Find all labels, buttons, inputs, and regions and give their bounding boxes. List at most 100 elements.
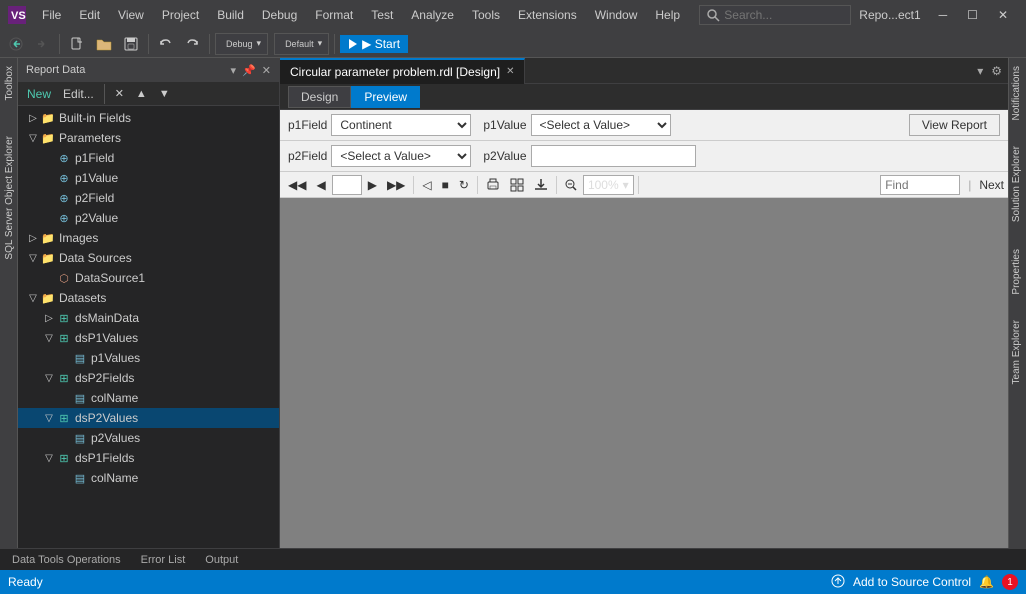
find-next-btn[interactable]: Next (979, 178, 1004, 192)
zoom-dropdown-icon[interactable]: ▾ (623, 178, 629, 192)
move-down-btn[interactable]: ▼ (154, 85, 175, 103)
tree-item-datasets[interactable]: ▽ 📁 Datasets (18, 288, 279, 308)
tree-item-dsp1values[interactable]: ▽ ⊞ dsP1Values (18, 328, 279, 348)
nav-last-btn[interactable]: ▶▶ (383, 176, 409, 194)
menu-extensions[interactable]: Extensions (510, 4, 585, 26)
start-btn[interactable]: ▶ Start (340, 35, 408, 53)
tree-item-dsp2fields[interactable]: ▽ ⊞ dsP2Fields (18, 368, 279, 388)
p2field-select[interactable]: <Select a Value> (331, 145, 471, 167)
page-number-input[interactable] (332, 175, 362, 195)
menu-build[interactable]: Build (209, 4, 252, 26)
source-control-text[interactable]: Add to Source Control (853, 575, 971, 589)
debug-config-dropdown[interactable]: Debug ▾ (215, 33, 268, 55)
toolbar-forward[interactable] (30, 34, 54, 54)
expand-images[interactable]: ▷ (26, 233, 40, 244)
expand-dsp2fields[interactable]: ▽ (42, 373, 56, 384)
nav-first-btn[interactable]: ◀◀ (284, 176, 310, 194)
find-input[interactable] (880, 175, 960, 195)
p2value-input[interactable] (531, 145, 696, 167)
expand-dsp2values[interactable]: ▽ (42, 413, 56, 424)
tree-item-built-in[interactable]: ▷ 📁 Built-in Fields (18, 108, 279, 128)
design-btn[interactable]: Design (288, 86, 351, 108)
nav-prev-btn[interactable]: ◀ (312, 176, 329, 194)
tree-item-dsp2values[interactable]: ▽ ⊞ dsP2Values (18, 408, 279, 428)
sidebar-pin-btn[interactable]: 📌 (242, 64, 256, 77)
nav-back-btn[interactable]: ◁ (418, 176, 435, 194)
properties-panel-tab[interactable]: Properties (1009, 241, 1026, 303)
source-control-label[interactable] (831, 574, 845, 591)
toolbar-new-file[interactable] (65, 34, 89, 54)
tab-settings-icon[interactable]: ⚙ (989, 62, 1004, 80)
preview-btn[interactable]: Preview (351, 86, 420, 108)
menu-window[interactable]: Window (587, 4, 646, 26)
tree-item-dsmaindata[interactable]: ▷ ⊞ dsMainData (18, 308, 279, 328)
menu-test[interactable]: Test (363, 4, 401, 26)
notification-icon[interactable]: 🔔 (979, 575, 994, 589)
expand-datasets[interactable]: ▽ (26, 293, 40, 304)
tree-item-datasources[interactable]: ▽ 📁 Data Sources (18, 248, 279, 268)
output-tab[interactable]: Output (201, 552, 242, 568)
expand-built-in[interactable]: ▷ (26, 113, 40, 124)
sql-explorer-tab[interactable]: SQL Server Object Explorer (0, 128, 17, 268)
nav-stop-btn[interactable]: ■ (438, 176, 453, 194)
tree-item-p2value[interactable]: ⊕ p2Value (18, 208, 279, 228)
expand-dsp1values[interactable]: ▽ (42, 333, 56, 344)
toolbar-back[interactable] (4, 34, 28, 54)
p1value-select[interactable]: <Select a Value> (531, 114, 671, 136)
menu-analyze[interactable]: Analyze (403, 4, 462, 26)
edit-item-btn[interactable]: Edit... (58, 84, 99, 104)
editor-tab-rdl[interactable]: Circular parameter problem.rdl [Design] … (280, 58, 525, 84)
move-up-btn[interactable]: ▲ (131, 85, 152, 103)
tree-item-colname1[interactable]: ▤ colName (18, 388, 279, 408)
tree-item-p1value[interactable]: ⊕ p1Value (18, 168, 279, 188)
team-explorer-tab[interactable]: Team Explorer (1009, 312, 1026, 392)
layout-btn[interactable] (506, 176, 528, 194)
toolbar-redo[interactable] (180, 34, 204, 54)
menu-tools[interactable]: Tools (464, 4, 508, 26)
menu-help[interactable]: Help (647, 4, 688, 26)
menu-format[interactable]: Format (307, 4, 361, 26)
solution-explorer-tab[interactable]: Solution Explorer (1009, 138, 1026, 230)
platform-dropdown[interactable]: Default ▾ (274, 33, 329, 55)
delete-item-btn[interactable]: ✕ (110, 84, 129, 103)
expand-dsp1fields[interactable]: ▽ (42, 453, 56, 464)
tree-item-datasource1[interactable]: ⬡ DataSource1 (18, 268, 279, 288)
p1field-select[interactable]: Continent (331, 114, 471, 136)
expand-dsmaindata[interactable]: ▷ (42, 313, 56, 324)
view-report-btn[interactable]: View Report (909, 114, 1000, 136)
new-item-btn[interactable]: New (22, 84, 56, 104)
tab-dropdown-icon[interactable]: ▾ (975, 62, 985, 80)
tree-item-p2field[interactable]: ⊕ p2Field (18, 188, 279, 208)
sidebar-close-btn[interactable]: ✕ (262, 64, 271, 77)
zoom-select[interactable]: 100% ▾ (583, 175, 634, 195)
global-search-input[interactable] (724, 8, 844, 22)
zoom-out-btn[interactable] (561, 177, 581, 193)
menu-edit[interactable]: Edit (71, 4, 108, 26)
tree-item-dsp1fields[interactable]: ▽ ⊞ dsP1Fields (18, 448, 279, 468)
print-btn[interactable] (482, 176, 504, 194)
notifications-panel-tab[interactable]: Notifications (1009, 58, 1026, 128)
toolbar-open[interactable] (91, 34, 117, 54)
nav-refresh-btn[interactable]: ↻ (455, 176, 473, 194)
toolbar-undo[interactable] (154, 34, 178, 54)
error-list-tab[interactable]: Error List (137, 552, 190, 568)
export-btn[interactable] (530, 176, 552, 194)
menu-view[interactable]: View (110, 4, 152, 26)
minimize-btn[interactable]: ─ (929, 0, 958, 30)
tree-item-p1values-field[interactable]: ▤ p1Values (18, 348, 279, 368)
maximize-btn[interactable]: ☐ (957, 0, 988, 30)
menu-debug[interactable]: Debug (254, 4, 305, 26)
data-tools-tab[interactable]: Data Tools Operations (8, 552, 125, 568)
menu-file[interactable]: File (34, 4, 69, 26)
tree-item-p2values-field[interactable]: ▤ p2Values (18, 428, 279, 448)
close-tab-btn[interactable]: ✕ (506, 66, 514, 77)
toolbar-save[interactable] (119, 34, 143, 54)
tree-item-p1field[interactable]: ⊕ p1Field (18, 148, 279, 168)
expand-parameters[interactable]: ▽ (26, 133, 40, 144)
tree-item-colname2[interactable]: ▤ colName (18, 468, 279, 488)
sidebar-dropdown-btn[interactable]: ▾ (231, 64, 237, 77)
expand-datasources[interactable]: ▽ (26, 253, 40, 264)
toolbox-panel-tab[interactable]: Toolbox (0, 58, 17, 108)
search-box[interactable] (699, 5, 851, 25)
nav-next-btn[interactable]: ▶ (364, 176, 381, 194)
